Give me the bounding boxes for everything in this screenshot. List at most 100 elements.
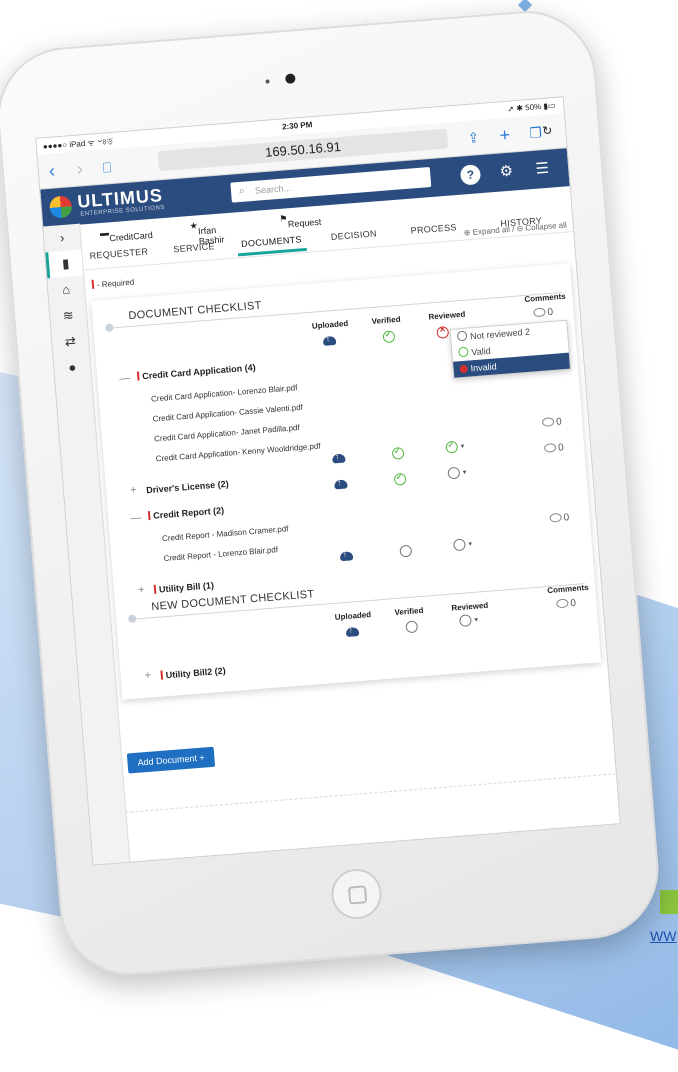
reviewed-valid-icon[interactable] xyxy=(445,440,459,454)
comment-icon xyxy=(556,598,569,609)
group-label: Utility Bill2 (2) xyxy=(165,665,227,681)
col-uploaded: Uploaded xyxy=(311,318,349,331)
file-link[interactable]: Credit Report - Lorenzo Blair.pdf xyxy=(163,545,278,563)
file-link[interactable]: Credit Card Application- Cassie Valenti.… xyxy=(152,403,303,424)
section-toggle[interactable] xyxy=(127,614,137,624)
upload-icon[interactable] xyxy=(322,335,337,346)
check-icon xyxy=(457,346,469,358)
green-accent-tab xyxy=(660,890,678,914)
bookmarks-icon[interactable]: ⎕ xyxy=(102,159,112,177)
col-verified: Verified xyxy=(371,314,401,327)
back-icon[interactable]: ‹ xyxy=(48,160,56,181)
col-comments: Comments xyxy=(524,291,566,304)
file-link[interactable]: Credit Report - Madison Cramer.pdf xyxy=(162,524,289,543)
search-placeholder: Search... xyxy=(254,182,292,196)
comment-count[interactable]: 0 xyxy=(533,307,554,320)
tab-documents[interactable]: DOCUMENTS xyxy=(241,234,302,249)
upload-icon[interactable] xyxy=(331,453,346,464)
comment-count[interactable]: 0 xyxy=(543,442,565,455)
url-text: 169.50.16.91 xyxy=(264,138,342,160)
comment-count-value: 0 xyxy=(557,442,565,454)
group-credit-report[interactable]: Credit Report (2) xyxy=(147,505,224,521)
expand-icon[interactable]: + xyxy=(130,484,137,496)
x-circle-icon xyxy=(459,364,468,374)
required-text: - Required xyxy=(96,277,135,290)
group-utility-bill[interactable]: Utility Bill (1) xyxy=(153,580,214,595)
not-verified-icon[interactable] xyxy=(405,620,419,634)
not-reviewed-icon[interactable] xyxy=(453,538,466,552)
option-label: Not reviewed 2 xyxy=(469,326,531,342)
tab-process[interactable]: PROCESS xyxy=(410,222,457,236)
crumb-request[interactable]: ⚑ Request xyxy=(279,213,322,229)
menu-icon[interactable]: ☰ xyxy=(532,158,554,180)
reviewed-caret-icon[interactable]: ▾ xyxy=(468,540,472,548)
new-tab-icon[interactable]: + xyxy=(499,125,511,147)
file-link[interactable]: Credit Card Application- Lorenzo Blair.p… xyxy=(151,383,298,403)
col-uploaded: Uploaded xyxy=(334,610,372,622)
crumb-user[interactable]: ★ Irfan Bashir xyxy=(189,220,225,246)
tabs-icon[interactable]: ❐ xyxy=(529,124,543,142)
comment-icon xyxy=(533,307,546,318)
not-reviewed-icon[interactable] xyxy=(458,614,472,628)
group-credit-card-application[interactable]: Credit Card Application (4) xyxy=(136,362,256,382)
ipad-device: ●●●●○ iPad ᯤ ৺৪ড় 2:30 PM ➚ ✱ 50% ▮▭ ‹ ›… xyxy=(0,5,664,981)
verified-icon[interactable] xyxy=(391,446,405,460)
group-utility-bill2[interactable]: Utility Bill2 (2) xyxy=(160,666,226,681)
comment-count[interactable]: 0 xyxy=(556,598,576,611)
review-dropdown: Not reviewed 2 Valid Invalid xyxy=(449,319,572,379)
comment-count-value: 0 xyxy=(555,416,563,428)
circle-icon xyxy=(456,330,468,342)
comment-count-value: 0 xyxy=(563,512,570,524)
tab-requester[interactable]: REQUESTER xyxy=(89,246,148,261)
checklist-panel: DOCUMENT CHECKLIST Uploaded Verified Rev… xyxy=(91,263,602,700)
section-toggle[interactable] xyxy=(105,323,114,332)
rail-expand-icon[interactable]: › xyxy=(43,224,81,253)
expand-icon[interactable]: + xyxy=(144,669,151,681)
required-marker xyxy=(153,584,157,594)
reviewed-caret-icon[interactable]: ▾ xyxy=(460,442,465,450)
comment-count[interactable]: 0 xyxy=(541,416,563,429)
reload-icon[interactable]: ↻ xyxy=(541,120,553,141)
collapse-icon[interactable]: — xyxy=(119,372,131,385)
reviewed-caret-icon[interactable]: ▾ xyxy=(474,616,478,624)
clock: 2:30 PM xyxy=(281,120,313,132)
collapse-icon[interactable]: — xyxy=(130,512,142,525)
ipad-screen: ●●●●○ iPad ᯤ ৺৪ড় 2:30 PM ➚ ✱ 50% ▮▭ ‹ ›… xyxy=(35,96,621,866)
tab-service[interactable]: SERVICE xyxy=(173,241,215,254)
rail-documents-icon[interactable]: ▮ xyxy=(45,249,84,279)
gear-icon[interactable]: ⚙ xyxy=(496,161,518,183)
group-drivers-license[interactable]: Driver's License (2) xyxy=(146,479,229,495)
rail-inbox-icon[interactable]: ⌂ xyxy=(47,276,85,305)
main-content: ▬ CreditCard ★ Irfan Bashir ⚑ Request RE… xyxy=(79,185,620,863)
not-verified-icon[interactable] xyxy=(399,544,413,558)
help-icon[interactable]: ? xyxy=(459,164,482,186)
invalid-icon[interactable] xyxy=(436,326,450,339)
comment-count[interactable]: 0 xyxy=(549,512,570,525)
forward-icon[interactable]: › xyxy=(76,158,84,179)
verified-icon[interactable] xyxy=(382,330,396,344)
rail-layers-icon[interactable]: ≋ xyxy=(49,301,87,330)
add-document-button[interactable]: Add Document + xyxy=(126,746,216,774)
rail-shuffle-icon[interactable]: ⇄ xyxy=(51,327,89,356)
share-icon[interactable]: ⇪ xyxy=(467,129,480,147)
rail-check-icon[interactable]: ● xyxy=(53,353,91,382)
comment-count-value: 0 xyxy=(570,597,577,610)
tab-decision[interactable]: DECISION xyxy=(331,228,378,242)
required-marker xyxy=(160,670,164,680)
ultimus-logo-icon xyxy=(48,195,73,219)
crumb-creditcard[interactable]: ▬ CreditCard xyxy=(100,227,154,243)
file-link[interactable]: Credit Card Application- Kenny Wooldridg… xyxy=(155,441,320,463)
required-marker xyxy=(147,511,151,521)
col-reviewed: Reviewed xyxy=(451,600,489,613)
group-label: Driver's License (2) xyxy=(145,478,230,496)
upload-icon[interactable] xyxy=(334,479,348,490)
reviewed-caret-icon[interactable]: ▾ xyxy=(462,468,467,476)
upload-icon[interactable] xyxy=(339,551,354,562)
verified-icon[interactable] xyxy=(393,472,407,486)
not-reviewed-icon[interactable] xyxy=(447,466,461,480)
expand-icon[interactable]: + xyxy=(138,584,145,596)
group-label: Credit Card Application (4) xyxy=(141,362,256,382)
upload-icon[interactable] xyxy=(345,627,360,638)
file-link[interactable]: Credit Card Application- Janet Padilla.p… xyxy=(154,423,300,443)
search-icon: ⌕ xyxy=(238,185,246,198)
